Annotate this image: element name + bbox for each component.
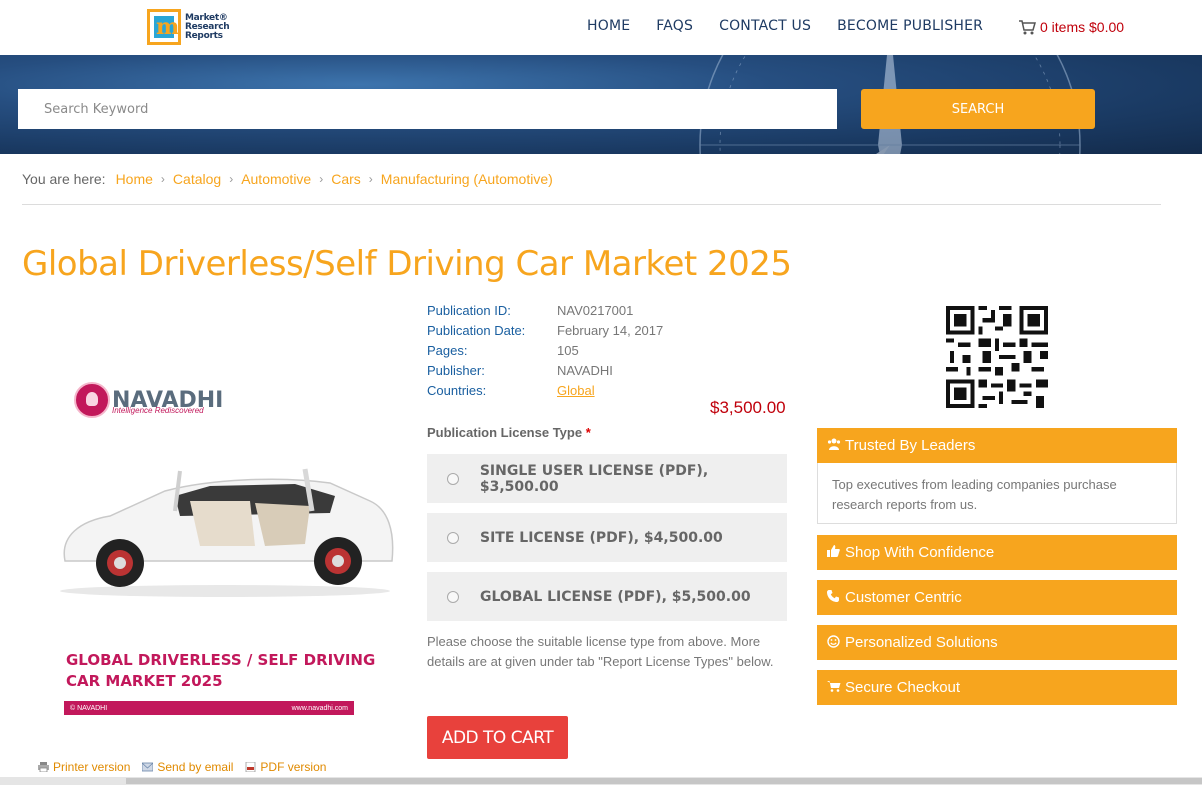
cover-footer-right: www.navadhi.com [291,704,348,712]
license-option-site[interactable]: SITE LICENSE (PDF), $4,500.00 [427,513,787,562]
tree-emblem-icon [74,382,110,418]
breadcrumb-automotive[interactable]: Automotive [241,171,311,187]
countries-link[interactable]: Global [557,381,595,401]
license-type-text: Publication License Type [427,425,583,440]
license-option-single-user[interactable]: SINGLE USER LICENSE (PDF), $3,500.00 [427,454,787,503]
breadcrumb-label: You are here: [22,171,106,187]
publication-date-label: Publication Date: [427,323,526,338]
horizontal-scrollbar[interactable] [0,777,1202,785]
breadcrumb-divider [22,204,1161,205]
breadcrumb-separator-icon: › [319,172,324,186]
secure-checkout-item[interactable]: Secure Checkout [817,670,1177,705]
cover-footer-left: © NAVADHI [70,704,108,712]
phone-icon [827,590,841,605]
nav-faqs[interactable]: FAQS [656,18,693,34]
cover-title: GLOBAL DRIVERLESS / SELF DRIVING CAR MAR… [66,650,375,692]
top-header: m Market® Research Reports HOME FAQS CON… [0,0,1202,55]
page-title: Global Driverless/Self Driving Car Marke… [22,244,792,284]
pdf-icon [246,762,256,772]
document-links: Printer version Send by email PDF versio… [38,760,338,774]
trusted-by-leaders-header: Trusted By Leaders [817,428,1177,463]
secure-checkout-label: Secure Checkout [845,679,961,696]
report-price: $3,500.00 [710,398,786,417]
logo-mark-icon: m [147,9,181,45]
publisher-row: Publisher: NAVADHI [427,361,663,381]
send-by-email-label: Send by email [157,760,234,774]
logo-text: Market® Research Reports [185,13,230,41]
publisher-value: NAVADHI [557,363,613,378]
search-banner: SEARCH [0,55,1202,154]
thumbs-up-icon [827,545,841,560]
countries-label: Countries: [427,383,487,398]
main-nav: HOME FAQS CONTACT US BECOME PUBLISHER [587,18,1009,34]
personalized-solutions-item[interactable]: Personalized Solutions [817,625,1177,660]
publication-date-value: February 14, 2017 [557,323,664,338]
license-option-label: GLOBAL LICENSE (PDF), $5,500.00 [480,588,751,605]
license-radio-site[interactable] [447,531,459,544]
publication-id-value: NAV0217001 [557,303,634,318]
search-input[interactable] [18,89,837,129]
trusted-by-leaders-body: Top executives from leading companies pu… [817,463,1177,524]
publication-id-label: Publication ID: [427,303,511,318]
cart-link[interactable]: 0 items $0.00 [1018,19,1124,35]
nav-contact-us[interactable]: CONTACT US [719,18,811,34]
search-button[interactable]: SEARCH [861,89,1095,129]
qr-code [946,306,1048,408]
shopping-cart-icon [827,680,841,695]
publisher-tagline: Intelligence Rediscovered [112,406,204,415]
license-option-global[interactable]: GLOBAL LICENSE (PDF), $5,500.00 [427,572,787,621]
breadcrumb-separator-icon: › [160,172,165,186]
nav-home[interactable]: HOME [587,18,630,34]
email-icon [142,762,154,772]
pdf-version-label: PDF version [260,760,327,774]
pdf-version-link[interactable]: PDF version [245,760,326,774]
scrollbar-thumb[interactable] [126,778,1202,784]
license-option-label: SITE LICENSE (PDF), $4,500.00 [480,529,723,546]
shop-with-confidence-label: Shop With Confidence [845,544,995,561]
trusted-by-leaders-title: Trusted By Leaders [845,437,976,454]
breadcrumb-separator-icon: › [368,172,373,186]
report-cover-image: NAVADHI Intelligence Rediscovered GLOBAL… [40,316,410,736]
printer-version-link[interactable]: Printer version [38,760,130,774]
required-mark: * [585,425,591,440]
cart-summary: 0 items $0.00 [1040,19,1125,35]
pages-value: 105 [557,343,579,358]
cover-footer-bar: © NAVADHI www.navadhi.com [64,701,354,715]
breadcrumb-cars[interactable]: Cars [331,171,361,187]
license-note: Please choose the suitable license type … [427,634,774,669]
breadcrumb-home[interactable]: Home [116,171,153,187]
printer-version-label: Printer version [53,760,131,774]
license-option-label: SINGLE USER LICENSE (PDF), $3,500.00 [479,462,709,495]
site-logo[interactable]: m Market® Research Reports [147,9,230,45]
breadcrumb-separator-icon: › [229,172,234,186]
license-radio-single-user[interactable] [447,472,459,485]
publication-details: Publication ID: NAV0217001 Publication D… [427,301,663,401]
pages-row: Pages: 105 [427,341,663,361]
cover-title-line-1: GLOBAL DRIVERLESS / SELF DRIVING [66,651,376,669]
license-type-label: Publication License Type * [427,425,591,440]
breadcrumb: You are here: Home › Catalog › Automotiv… [22,171,553,187]
users-icon [827,438,841,453]
car-illustration [60,468,394,597]
license-radio-global[interactable] [447,590,459,603]
add-to-cart-button[interactable]: ADD TO CART [427,716,568,759]
logo-line-3: Reports [185,30,223,41]
countries-row: Countries: Global [427,381,663,401]
nav-become-publisher[interactable]: BECOME PUBLISHER [837,18,983,34]
cart-icon [1019,20,1036,35]
customer-centric-item[interactable]: Customer Centric [817,580,1177,615]
smile-icon [827,634,841,651]
cover-title-line-2: CAR MARKET 2025 [66,672,223,690]
customer-centric-label: Customer Centric [845,589,962,606]
send-by-email-link[interactable]: Send by email [142,760,233,774]
breadcrumb-manufacturing[interactable]: Manufacturing (Automotive) [381,171,553,187]
pages-label: Pages: [427,343,468,358]
breadcrumb-catalog[interactable]: Catalog [173,171,221,187]
shop-with-confidence-item[interactable]: Shop With Confidence [817,535,1177,570]
printer-icon [38,762,49,772]
publisher-label: Publisher: [427,363,485,378]
publication-id-row: Publication ID: NAV0217001 [427,301,663,321]
personalized-solutions-label: Personalized Solutions [845,634,998,651]
publication-date-row: Publication Date: February 14, 2017 [427,321,663,341]
